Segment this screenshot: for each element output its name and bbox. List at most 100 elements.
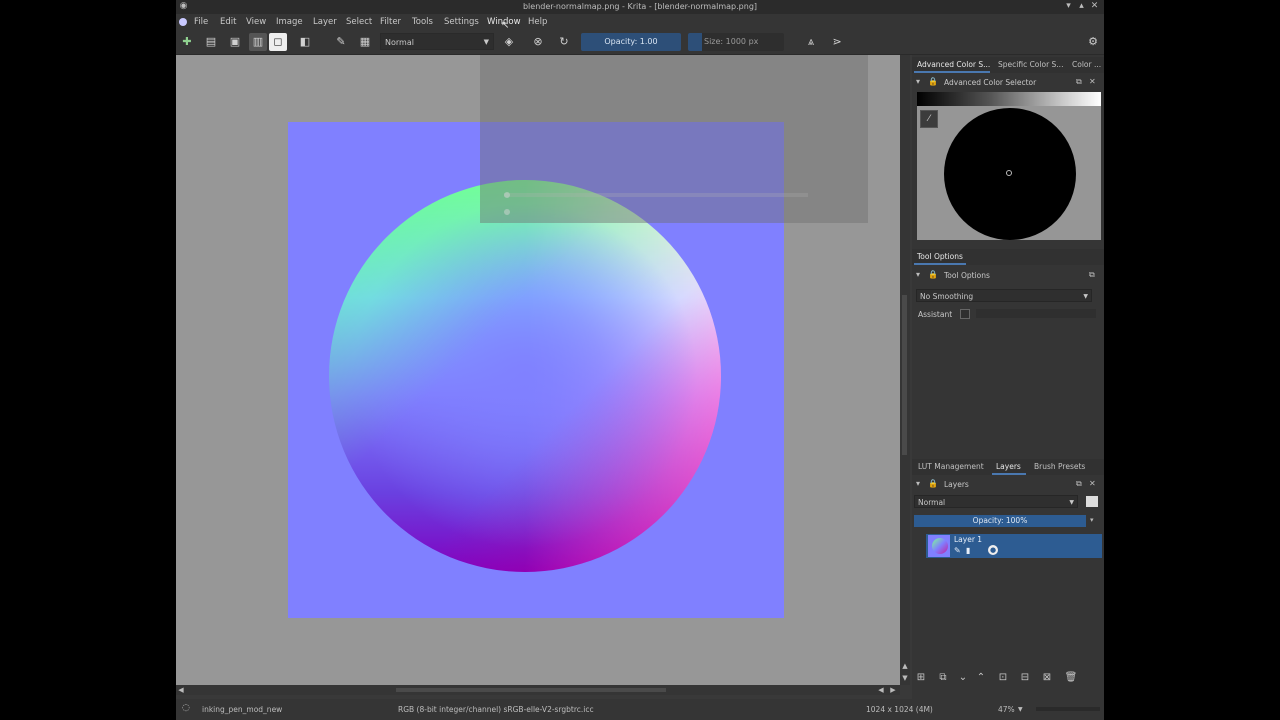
- size-slider[interactable]: Size: 1000 px: [688, 33, 784, 51]
- menu-file[interactable]: File: [194, 17, 208, 27]
- minimize-icon[interactable]: ▾: [1064, 2, 1073, 11]
- mirror-vertical-icon[interactable]: ⋗: [828, 33, 846, 51]
- status-zoom[interactable]: 47%: [998, 705, 1015, 714]
- open-document-icon[interactable]: ▤: [202, 33, 220, 51]
- lock-icon-3[interactable]: 🔒: [928, 479, 938, 488]
- float-icon-2[interactable]: ⧉: [1089, 270, 1095, 280]
- close-icon[interactable]: ✕: [1090, 2, 1099, 11]
- collapse-icon-3[interactable]: ▾: [916, 479, 920, 488]
- eyedropper-icon[interactable]: ⁄: [920, 110, 938, 128]
- layer-row[interactable]: Layer 1 ✎ ▮ ●: [926, 534, 1102, 558]
- close-icon[interactable]: ✕: [1089, 77, 1096, 86]
- layer-properties-icon[interactable]: ⊡: [996, 671, 1010, 685]
- assistant-checkbox[interactable]: [960, 309, 970, 319]
- maximize-icon[interactable]: ▴: [1077, 2, 1086, 11]
- mirror-horizontal-icon[interactable]: ⩓: [802, 33, 820, 51]
- float-icon[interactable]: ⧉: [1076, 77, 1082, 87]
- size-slider-label: Size: 1000 px: [704, 37, 759, 46]
- scroll-up-icon[interactable]: ▲: [900, 661, 910, 671]
- scroll-left-end-icon[interactable]: ◀: [876, 685, 886, 695]
- chevron-down-icon-5[interactable]: ▼: [1018, 706, 1023, 713]
- status-brush-name: inking_pen_mod_new: [202, 705, 283, 714]
- tab-lut-management[interactable]: LUT Management: [918, 462, 984, 471]
- tab-tool-options[interactable]: Tool Options: [917, 252, 963, 261]
- layer-opacity-slider[interactable]: Opacity: 100%: [914, 515, 1086, 527]
- horizontal-scroll-thumb[interactable]: [396, 688, 666, 692]
- zoom-slider[interactable]: [1036, 707, 1100, 711]
- assistant-magnetism-slider[interactable]: [976, 309, 1096, 318]
- sphere-shading: [329, 180, 721, 572]
- gradient-selector-icon[interactable]: ▥: [249, 33, 267, 51]
- preserve-alpha-icon[interactable]: ⊗: [529, 33, 547, 51]
- brush-preset-icon[interactable]: ✎: [332, 33, 350, 51]
- layer-blend-select[interactable]: Normal ▼: [914, 495, 1078, 508]
- assistant-label: Assistant: [918, 310, 953, 319]
- vertical-scroll-thumb[interactable]: [902, 295, 907, 455]
- move-layer-down-icon[interactable]: ⌄: [956, 671, 970, 685]
- blend-mode-select[interactable]: Normal ▼: [380, 33, 494, 50]
- tab-layers[interactable]: Layers: [996, 462, 1021, 471]
- tool-options-header: ▾ 🔒 Tool Options ⧉: [912, 268, 1104, 284]
- scroll-right-icon[interactable]: ▶: [888, 685, 898, 695]
- foreground-background-color-icon[interactable]: ◧: [296, 33, 314, 51]
- layer-filter-icon[interactable]: [1086, 496, 1098, 507]
- chevron-down-icon: ▼: [483, 38, 489, 46]
- tab-brush-presets[interactable]: Brush Presets: [1034, 462, 1085, 471]
- main-toolbar: ✚ ▤ ▣ ▥ ◻ ◧ ✎ ▦ Normal ▼ ◈ ⊗ ↻ Opacity: …: [176, 30, 1104, 55]
- chevron-down-icon-4[interactable]: ▾: [1090, 516, 1094, 524]
- eraser-mode-icon[interactable]: ◈: [500, 33, 518, 51]
- brush-editor-icon[interactable]: ▦: [356, 33, 374, 51]
- duplicate-layer-icon[interactable]: ⧉: [936, 671, 950, 685]
- menu-image[interactable]: Image: [276, 17, 303, 27]
- krita-window: ◉ blender-normalmap.png - Krita - [blend…: [176, 0, 1104, 720]
- delete-layer-icon[interactable]: 🗑: [1064, 671, 1078, 685]
- color-cursor[interactable]: [1006, 170, 1012, 176]
- layers-title: Layers: [944, 480, 969, 489]
- menu-tools[interactable]: Tools: [412, 17, 433, 27]
- menu-view[interactable]: View: [246, 17, 266, 27]
- menu-ghost-check-icon: [504, 192, 510, 198]
- blend-mode-value: Normal: [385, 38, 414, 47]
- layer-lock-icon[interactable]: ▮: [966, 546, 970, 555]
- merge-layer-icon[interactable]: ⊟: [1018, 671, 1032, 685]
- vertical-scrollbar[interactable]: ▲ ▼: [900, 55, 910, 685]
- collapse-icon-2[interactable]: ▾: [916, 270, 920, 279]
- scroll-down-icon[interactable]: ▼: [900, 673, 910, 683]
- gray-gradient-strip[interactable]: [917, 92, 1101, 106]
- tab-specific-color-selector[interactable]: Specific Color S...: [998, 60, 1063, 69]
- menu-settings[interactable]: Settings: [444, 17, 479, 27]
- collapse-icon[interactable]: ▾: [916, 77, 920, 86]
- layer-name[interactable]: Layer 1: [954, 535, 982, 544]
- menu-filter[interactable]: Filter: [380, 17, 401, 27]
- menu-select[interactable]: Select: [346, 17, 372, 27]
- workspace-chooser-icon[interactable]: ⚙: [1084, 33, 1102, 51]
- horizontal-scrollbar[interactable]: ◀ ◀ ▶: [176, 685, 900, 695]
- chevron-down-icon-3: ▼: [1069, 499, 1074, 506]
- menu-edit[interactable]: Edit: [220, 17, 236, 27]
- color-selector-header: ▾ 🔒 Advanced Color Selector ⧉ ✕: [912, 75, 1104, 91]
- move-layer-up-icon[interactable]: ⌃: [974, 671, 988, 685]
- flatten-icon[interactable]: ⊠: [1040, 671, 1054, 685]
- save-document-icon[interactable]: ▣: [226, 33, 244, 51]
- tab-advanced-color-selector[interactable]: Advanced Color S...: [917, 60, 990, 69]
- color-selector-title: Advanced Color Selector: [944, 78, 1037, 87]
- lock-icon-2[interactable]: 🔒: [928, 270, 938, 279]
- add-layer-icon[interactable]: ⊞: [914, 671, 928, 685]
- opacity-slider[interactable]: Opacity: 1.00: [581, 33, 681, 51]
- menu-help[interactable]: Help: [528, 17, 547, 27]
- float-icon-3[interactable]: ⧉: [1076, 479, 1082, 489]
- color-wheel[interactable]: [944, 108, 1076, 240]
- layer-alpha-lock-icon[interactable]: ✎: [954, 546, 961, 555]
- new-document-icon[interactable]: ✚: [178, 33, 196, 51]
- scroll-left-icon[interactable]: ◀: [176, 685, 186, 695]
- size-slider-fill: [688, 33, 702, 51]
- smoothing-select[interactable]: No Smoothing ▼: [916, 289, 1092, 302]
- tab-color[interactable]: Color ...: [1072, 60, 1101, 69]
- lock-icon[interactable]: 🔒: [928, 77, 938, 86]
- color-wheel-area[interactable]: ⁄: [917, 106, 1101, 240]
- reload-preset-icon[interactable]: ↻: [555, 33, 573, 51]
- layer-visibility-icon[interactable]: ●: [988, 545, 998, 555]
- close-icon-3[interactable]: ✕: [1089, 479, 1096, 488]
- menu-layer[interactable]: Layer: [313, 17, 337, 27]
- pattern-selector-icon[interactable]: ◻: [269, 33, 287, 51]
